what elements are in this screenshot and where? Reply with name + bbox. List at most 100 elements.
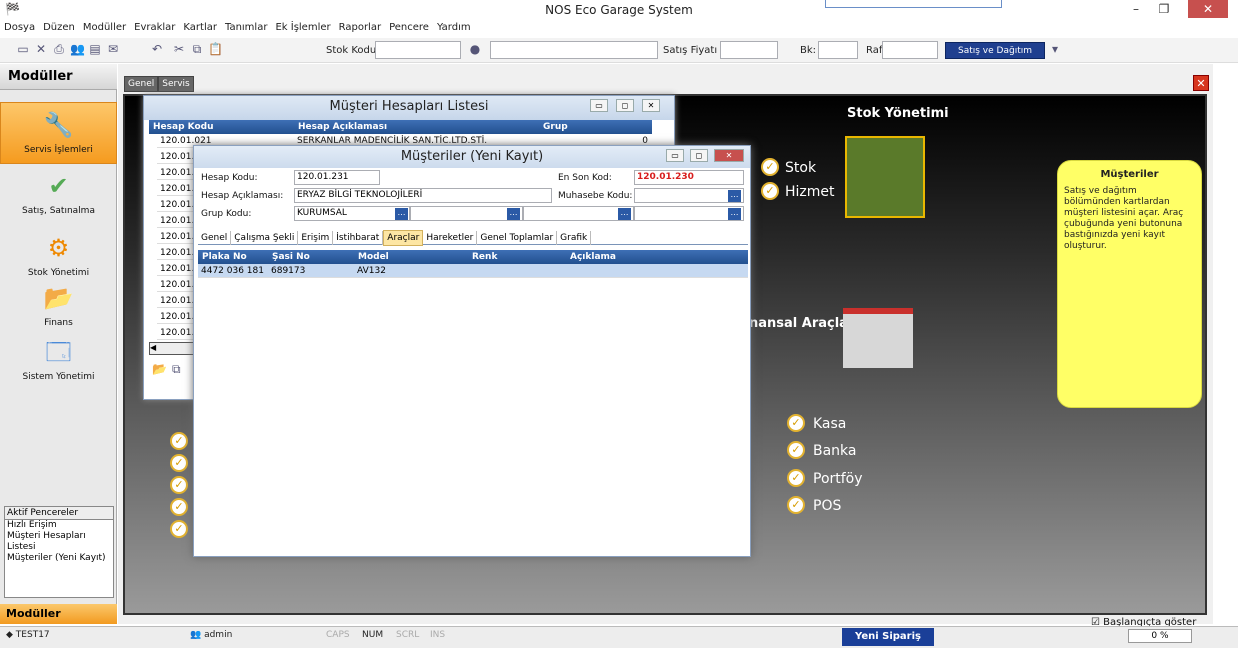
hesap-kodu-input[interactable]: 120.01.231 [294, 170, 380, 185]
stok-aciklama-input[interactable] [490, 41, 658, 59]
menu-moduller[interactable]: Modüller [79, 20, 130, 35]
menu-evraklar[interactable]: Evraklar [130, 20, 179, 35]
table-row[interactable]: 120.01. [157, 262, 195, 276]
sidebar-item-satis[interactable]: ✔ Satış, Satınalma [0, 164, 117, 226]
col-sasi-no[interactable]: Şasi No [268, 250, 354, 264]
tab-servis[interactable]: Servis [158, 76, 194, 92]
table-row[interactable]: 120.01. [157, 198, 195, 212]
table-cell-sasi[interactable]: 689173 [268, 264, 354, 278]
col-renk[interactable]: Renk [468, 250, 566, 264]
tab-araclar[interactable]: Araçlar [383, 230, 424, 246]
lookup-button[interactable]: … [618, 208, 631, 220]
col-hesap-kodu[interactable]: Hesap Kodu [149, 120, 294, 134]
minimize-button[interactable]: – [1122, 0, 1150, 18]
lookup-button[interactable]: … [728, 190, 741, 202]
paste-icon[interactable]: 📋 [208, 42, 223, 56]
col-hesap-aciklama[interactable]: Hesap Açıklaması [294, 120, 539, 134]
pos-link[interactable]: POS [813, 498, 841, 514]
print-icon[interactable]: ⎙ [52, 42, 66, 56]
sidebar-footer-button[interactable]: Modüller [0, 604, 117, 624]
lookup-button[interactable]: … [507, 208, 520, 220]
chevron-down-icon[interactable]: ▾ [1048, 42, 1062, 56]
hizmet-link[interactable]: Hizmet [785, 184, 835, 200]
maximize-button[interactable]: ❐ [1150, 0, 1178, 18]
lookup-button[interactable]: … [728, 208, 741, 220]
grup-kodu-input[interactable]: KURUMSAL [294, 206, 410, 221]
close-tab-icon[interactable]: ✕ [1193, 75, 1209, 91]
table-row[interactable]: 120.01. [157, 310, 195, 324]
aktif-pencereler-panel: Aktif Pencereler Hızlı Erişim Müşteri He… [4, 506, 114, 598]
table-row[interactable]: 120.01. [157, 150, 195, 164]
undo-icon[interactable]: ↶ [150, 42, 164, 56]
table-row[interactable]: 120.01. [157, 214, 195, 228]
col-plaka-no[interactable]: Plaka No [198, 250, 268, 264]
sidebar-item-finans[interactable]: 📂 Finans [0, 276, 117, 338]
sms-icon[interactable]: ✉ [106, 42, 120, 56]
tab-genel-toplamlar[interactable]: Genel Toplamlar [477, 231, 558, 245]
open-folder-icon[interactable]: 📂 [152, 362, 167, 376]
menu-tanimlar[interactable]: Tanımlar [221, 20, 271, 35]
satis-dagitim-button[interactable]: Satış ve Dağıtım [945, 42, 1045, 59]
tab-erisim[interactable]: Erişim [298, 231, 334, 245]
yeni-siparis-button[interactable]: Yeni Sipariş [842, 628, 934, 646]
delete-icon[interactable]: ✕ [34, 42, 48, 56]
horizontal-scrollbar[interactable]: ◀ [149, 342, 194, 355]
aktif-item[interactable]: Müşteri Hesapları Listesi [5, 531, 113, 553]
col-model[interactable]: Model [354, 250, 468, 264]
tab-calisma-sekli[interactable]: Çalışma Şekli [231, 231, 299, 245]
aktif-item[interactable]: Müşteriler (Yeni Kayıt) [5, 553, 113, 564]
lookup-button[interactable]: … [395, 208, 408, 220]
menu-dosya[interactable]: Dosya [0, 20, 39, 35]
menu-pencere[interactable]: Pencere [385, 20, 433, 35]
close-button[interactable]: ✕ [714, 149, 744, 162]
minimize-button[interactable]: ▭ [590, 99, 608, 112]
card-icon[interactable]: ▤ [88, 42, 102, 56]
minimize-button[interactable]: ▭ [666, 149, 684, 162]
sidebar-item-servis[interactable]: 🔧 Servis İşlemleri [0, 102, 117, 164]
maximize-button[interactable]: ◻ [690, 149, 708, 162]
menu-kartlar[interactable]: Kartlar [179, 20, 221, 35]
copy-icon[interactable]: ⧉ [172, 362, 181, 377]
menu-yardim[interactable]: Yardım [433, 20, 475, 35]
maximize-button[interactable]: ◻ [616, 99, 634, 112]
tab-genel[interactable]: Genel [124, 76, 159, 92]
menu-raporlar[interactable]: Raporlar [335, 20, 385, 35]
sidebar-item-sistem[interactable]: 🗔 Sistem Yönetimi [0, 330, 117, 392]
colors-icon[interactable]: ● [468, 42, 482, 56]
banka-link[interactable]: Banka [813, 443, 857, 459]
table-cell-plaka[interactable]: 4472 036 181 [198, 264, 268, 278]
table-cell-aciklama[interactable] [566, 264, 748, 278]
bk-input[interactable] [818, 41, 858, 59]
col-grup[interactable]: Grup [539, 120, 652, 134]
table-cell-model[interactable]: AV132 [354, 264, 468, 278]
stok-kodu-input[interactable] [375, 41, 461, 59]
kasa-link[interactable]: Kasa [813, 416, 846, 432]
cut-icon[interactable]: ✂ [172, 42, 186, 56]
table-cell-renk[interactable] [468, 264, 566, 278]
aktif-item[interactable]: Hızlı Erişim [5, 520, 113, 531]
aciklama-input[interactable]: ERYAZ BİLGİ TEKNOLOJİLERİ [294, 188, 552, 203]
tab-istihbarat[interactable]: İstihbarat [333, 231, 384, 245]
table-row[interactable]: 120.01. [157, 182, 195, 196]
table-row[interactable]: 120.01. [157, 326, 195, 340]
users-icon[interactable]: 👥 [70, 42, 85, 56]
satis-fiyati-input[interactable] [720, 41, 778, 59]
menu-ek-islemler[interactable]: Ek İşlemler [271, 20, 334, 35]
new-icon[interactable]: ▭ [16, 42, 30, 56]
tab-grafik[interactable]: Grafik [557, 231, 592, 245]
raf-input[interactable] [882, 41, 938, 59]
stok-link[interactable]: Stok [785, 160, 816, 176]
close-button[interactable]: ✕ [642, 99, 660, 112]
table-row[interactable]: 120.01. [157, 246, 195, 260]
table-row[interactable]: 120.01. [157, 230, 195, 244]
tab-genel[interactable]: Genel [198, 231, 232, 245]
copy-icon[interactable]: ⧉ [190, 42, 204, 56]
tab-hareketler[interactable]: Hareketler [423, 231, 478, 245]
table-row[interactable]: 120.01. [157, 278, 195, 292]
portfoy-link[interactable]: Portföy [813, 471, 863, 487]
table-row[interactable]: 120.01. [157, 166, 195, 180]
col-aciklama[interactable]: Açıklama [566, 250, 748, 264]
menu-duzen[interactable]: Düzen [39, 20, 79, 35]
close-button[interactable]: ✕ [1188, 0, 1228, 18]
table-row[interactable]: 120.01. [157, 294, 195, 308]
